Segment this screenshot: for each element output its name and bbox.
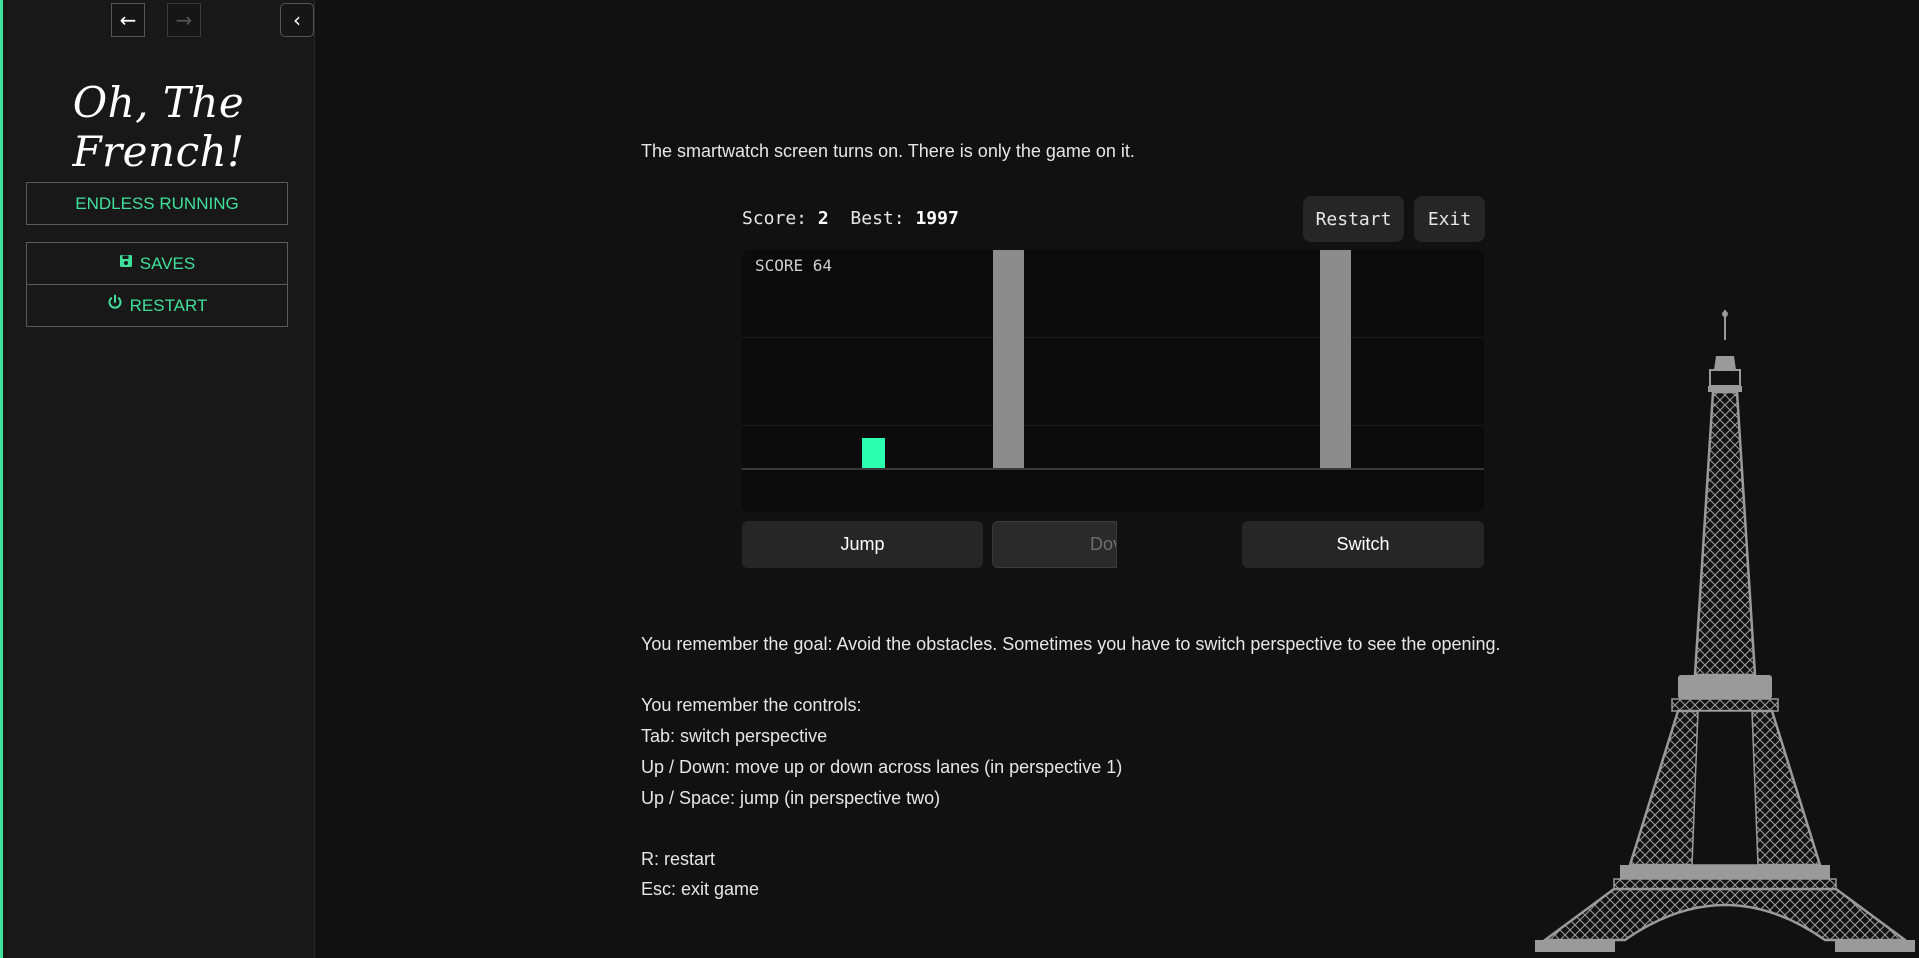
game-canvas[interactable]: SCORE 64 xyxy=(742,250,1484,512)
chevron-left-icon: ‹ xyxy=(293,8,301,32)
saves-button[interactable]: SAVES xyxy=(27,243,287,284)
floppy-disk-icon xyxy=(119,243,133,284)
switch-button[interactable]: Switch xyxy=(1242,521,1484,568)
story-title: Oh, The French! xyxy=(72,78,245,176)
power-icon xyxy=(107,285,123,326)
lane-line xyxy=(742,337,1484,338)
saves-label: SAVES xyxy=(139,254,196,273)
intro-text: The smartwatch screen turns on. There is… xyxy=(641,141,1135,161)
main-content: The smartwatch screen turns on. There is… xyxy=(641,0,1541,958)
obstacle xyxy=(1320,250,1351,468)
canvas-score: SCORE 64 xyxy=(755,256,833,275)
controls-heading: You remember the controls: xyxy=(641,695,862,715)
player xyxy=(862,438,885,468)
control-exit: Esc: exit game xyxy=(641,879,760,899)
score-display: Score: 2 Best: 1997 xyxy=(742,208,959,229)
forward-button[interactable]: → xyxy=(167,3,201,37)
restart-label: RESTART xyxy=(129,296,208,315)
control-jump: Up / Space: jump (in perspective two) xyxy=(641,788,941,808)
lane-line xyxy=(742,425,1484,426)
sidebar-menu: SAVES RESTART xyxy=(26,242,288,327)
back-button[interactable]: ← xyxy=(111,3,145,37)
chapter-label: ENDLESS RUNNING xyxy=(26,182,288,225)
score-value: 2 xyxy=(817,208,829,229)
control-updown: Up / Down: move up or down across lanes … xyxy=(641,757,1123,777)
arrow-left-icon: ← xyxy=(119,8,137,32)
control-restart: R: restart xyxy=(641,849,716,869)
eiffel-tower-illustration xyxy=(1535,310,1915,952)
restart-button[interactable]: RESTART xyxy=(27,284,287,326)
score-label: Score: xyxy=(742,208,808,229)
best-label: Best: xyxy=(850,208,905,229)
ground-line xyxy=(742,468,1484,470)
jump-button[interactable]: Jump xyxy=(742,521,983,568)
game-restart-button[interactable]: Restart xyxy=(1303,196,1404,242)
best-value: 1997 xyxy=(915,208,959,229)
control-tab: Tab: switch perspective xyxy=(641,726,828,746)
arrow-right-icon: → xyxy=(175,8,193,32)
game-exit-button[interactable]: Exit xyxy=(1414,196,1485,242)
collapse-sidebar-button[interactable]: ‹ xyxy=(280,3,314,37)
obstacle xyxy=(993,250,1024,468)
down-button[interactable]: Dov xyxy=(992,521,1117,568)
sidebar: ← → ‹ Oh, The French! ENDLESS RUNNING SA… xyxy=(3,0,315,958)
goal-text: You remember the goal: Avoid the obstacl… xyxy=(641,634,1501,654)
